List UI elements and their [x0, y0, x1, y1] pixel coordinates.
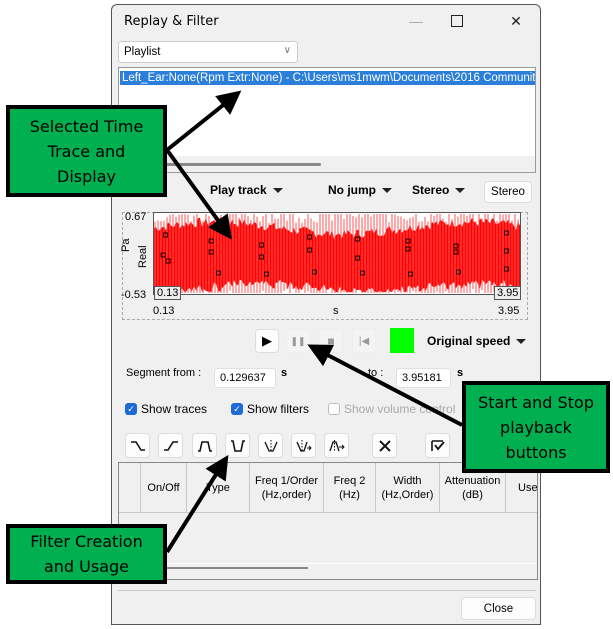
caret-down-icon: [382, 188, 392, 194]
close-button[interactable]: Close: [461, 597, 536, 620]
stop-button[interactable]: ■: [319, 329, 343, 353]
title-bar: Replay & Filter — ✕: [112, 5, 540, 37]
segment-from-input[interactable]: 0.129637: [214, 368, 276, 388]
footer-separator: [118, 590, 536, 591]
window-title: Replay & Filter: [124, 14, 219, 29]
y-axis-label: Real: [137, 245, 149, 268]
column-header-type[interactable]: Type: [187, 463, 250, 513]
y-unit-label: Pa: [120, 238, 132, 252]
filter-table[interactable]: On/Off Type Freq 1/Order (Hz,order) Freq…: [118, 462, 538, 580]
segment-to-input[interactable]: 3.95181: [396, 368, 451, 388]
apply-filter-button[interactable]: [425, 433, 450, 458]
callout-trace: Selected Time Trace and Display: [6, 105, 167, 197]
x-end-label: 3.95: [498, 305, 520, 317]
checkbox-unchecked-icon: [328, 403, 340, 415]
close-icon: [378, 439, 391, 452]
segment-from-label: Segment from :: [126, 367, 202, 379]
callout-filter: Filter Creation and Usage: [6, 524, 167, 584]
callout-trace-text: Selected Time Trace and Display: [29, 116, 144, 186]
play-track-dropdown[interactable]: Play track: [210, 183, 283, 197]
chevron-down-icon: ∨: [283, 45, 291, 56]
column-header-width[interactable]: Width (Hz,Order): [376, 463, 440, 513]
show-traces-checkbox[interactable]: ✓ Show traces: [125, 402, 207, 416]
table-divider: [119, 563, 537, 564]
trace-list-item[interactable]: Left_Ear:None(Rpm Extr:None) - C:\Users\…: [119, 70, 535, 86]
band-stop-filter-button[interactable]: [225, 433, 250, 458]
peak-order-icon: [328, 439, 345, 452]
jump-label: No jump: [328, 183, 376, 197]
show-volume-checkbox[interactable]: Show volume control: [328, 402, 455, 416]
stereo-button[interactable]: Stereo: [484, 181, 532, 203]
caret-down-icon: [272, 188, 283, 194]
notch-icon: [263, 439, 278, 452]
play-track-label: Play track: [210, 183, 267, 197]
band-pass-filter-button[interactable]: [192, 433, 217, 458]
play-icon: ▶: [262, 333, 272, 348]
column-header-on-off[interactable]: On/Off: [141, 463, 187, 513]
y-max-label: 0.67: [125, 211, 147, 223]
y-min-label: -0.53: [121, 289, 147, 301]
channel-dropdown[interactable]: Stereo: [412, 183, 466, 197]
speed-label: Original speed: [427, 334, 511, 348]
horizontal-scrollbar[interactable]: [119, 156, 535, 172]
peak-order-filter-button[interactable]: [324, 433, 349, 458]
rewind-button[interactable]: |◀: [352, 329, 376, 353]
trace-list[interactable]: Left_Ear:None(Rpm Extr:None) - C:\Users\…: [118, 67, 536, 173]
x-start-label: 0.13: [153, 305, 175, 317]
column-header-freq1[interactable]: Freq 1/Order (Hz,order): [250, 463, 324, 513]
band-pass-icon: [197, 440, 212, 452]
channel-label: Stereo: [412, 183, 450, 197]
speed-dropdown[interactable]: Original speed: [427, 334, 527, 348]
callout-playback: Start and Stop playback buttons: [462, 381, 610, 473]
trace-canvas: [154, 214, 520, 293]
time-trace-plot[interactable]: [153, 212, 521, 295]
show-filters-checkbox[interactable]: ✓ Show filters: [231, 402, 309, 416]
column-header[interactable]: [119, 463, 141, 513]
play-button[interactable]: ▶: [255, 329, 279, 353]
notch-order-icon: [295, 439, 312, 452]
show-filters-label: Show filters: [247, 402, 310, 416]
playlist-dropdown[interactable]: Playlist ∨: [118, 41, 298, 63]
checkbox-checked-icon: ✓: [125, 403, 137, 415]
right-cursor-readout[interactable]: 3.95: [494, 286, 522, 300]
notch-order-filter-button[interactable]: [291, 433, 316, 458]
high-pass-filter-button[interactable]: [158, 433, 183, 458]
delete-filter-button[interactable]: [372, 433, 397, 458]
caret-down-icon: [516, 339, 527, 345]
show-volume-label: Show volume control: [344, 402, 456, 416]
pause-button[interactable]: ❚❚: [286, 329, 310, 353]
caret-down-icon: [455, 188, 466, 194]
maximize-icon: [451, 15, 463, 27]
checkbox-checked-icon: ✓: [231, 403, 243, 415]
high-pass-icon: [163, 440, 178, 451]
x-unit-label: s: [333, 305, 339, 317]
left-cursor-readout[interactable]: 0.13: [154, 286, 182, 300]
close-window-button[interactable]: ✕: [496, 9, 536, 33]
low-pass-filter-button[interactable]: [125, 433, 150, 458]
low-pass-icon: [130, 440, 145, 451]
stop-icon: ■: [327, 334, 335, 348]
notch-filter-button[interactable]: [258, 433, 283, 458]
checkbox-apply-icon: [430, 439, 445, 451]
playback-status-indicator: [390, 328, 414, 353]
rewind-icon: |◀: [358, 335, 370, 347]
maximize-button[interactable]: [437, 9, 477, 33]
playlist-selected: Playlist: [124, 46, 161, 58]
minimize-button[interactable]: —: [396, 9, 436, 33]
pause-icon: ❚❚: [290, 335, 306, 346]
segment-to-unit: s: [457, 367, 464, 379]
column-header-freq2[interactable]: Freq 2 (Hz): [324, 463, 376, 513]
segment-from-unit: s: [281, 367, 288, 379]
segment-to-label: to :: [368, 367, 384, 379]
replay-filter-window: Replay & Filter — ✕ Playlist ∨ Left_Ear:…: [111, 4, 541, 625]
show-traces-label: Show traces: [141, 402, 208, 416]
callout-playback-text: Start and Stop playback buttons: [478, 392, 594, 462]
callout-filter-text: Filter Creation and Usage: [30, 532, 143, 576]
band-stop-icon: [230, 439, 245, 452]
jump-dropdown[interactable]: No jump: [328, 183, 392, 197]
